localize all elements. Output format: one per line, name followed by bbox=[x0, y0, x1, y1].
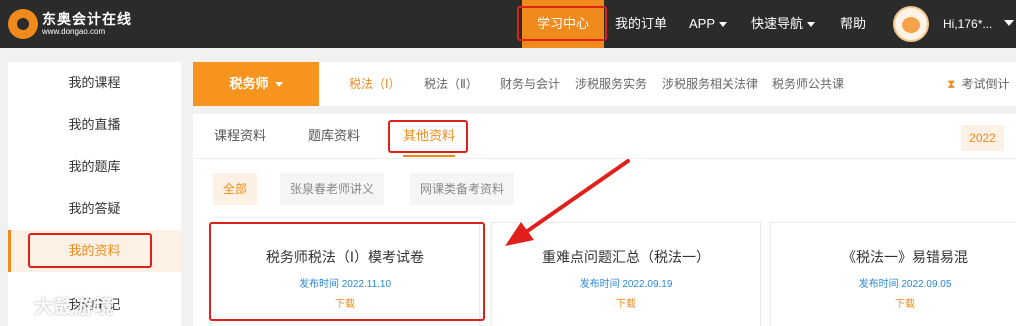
material-title: 税务师税法（Ⅰ）模考试卷 bbox=[265, 249, 425, 265]
filter-online-course-prep[interactable]: 网课类备考资料 bbox=[410, 173, 515, 205]
materials-panel: 课程资料 题库资料 其他资料 2022 全部 张泉春老师讲义 网课类备考资料 税… bbox=[193, 114, 1016, 326]
sidebar-item-my-courses[interactable]: 我的课程 bbox=[8, 62, 181, 104]
material-card[interactable]: 税务师税法（Ⅰ）模考试卷 发布时间 2022.11.10 下载 bbox=[210, 222, 480, 326]
sidebar-item-my-qa[interactable]: 我的答疑 bbox=[8, 188, 181, 230]
exam-countdown: ⧗ 考试倒计 bbox=[947, 62, 1009, 106]
watermark-logo-icon bbox=[8, 300, 28, 315]
hourglass-icon: ⧗ bbox=[947, 77, 956, 91]
subject-tax-public-course[interactable]: 税务师公共课 bbox=[772, 62, 844, 106]
dongao-logo-icon[interactable] bbox=[8, 9, 38, 39]
chevron-down-icon bbox=[719, 22, 728, 28]
nav-help-label: 帮助 bbox=[840, 16, 867, 31]
download-link[interactable]: 下载 bbox=[211, 295, 479, 310]
nav-quick-navigation[interactable]: 快速导航 bbox=[751, 0, 816, 48]
brand-url: www.dongao.com bbox=[42, 27, 106, 36]
tab-other-materials[interactable]: 其他资料 bbox=[403, 114, 456, 158]
subject-tax-service-law[interactable]: 涉税服务相关法律 bbox=[662, 62, 758, 106]
material-title: 《税法一》易错易混 bbox=[842, 249, 968, 265]
tab-course-materials[interactable]: 课程资料 bbox=[214, 114, 266, 158]
course-selector-label: 税务师 bbox=[229, 76, 269, 91]
filter-all[interactable]: 全部 bbox=[213, 173, 258, 205]
nav-my-orders-label: 我的订单 bbox=[615, 16, 668, 31]
brand-name[interactable]: 东奥会计在线 bbox=[42, 9, 132, 29]
top-navbar: 东奥会计在线 www.dongao.com 学习中心 我的订单 APP 快速导航… bbox=[0, 0, 1016, 48]
chevron-down-icon bbox=[274, 82, 283, 88]
nav-my-orders[interactable]: 我的订单 bbox=[615, 0, 667, 48]
sidebar-item-my-live[interactable]: 我的直播 bbox=[8, 104, 181, 146]
material-publish-date: 发布时间 2022.11.10 bbox=[298, 279, 392, 290]
material-title: 重难点问题汇总（税法一） bbox=[542, 249, 710, 265]
watermark: 大鼓游境 bbox=[8, 292, 114, 319]
tab-divider bbox=[193, 158, 1016, 159]
subject-tax-law-1[interactable]: 税法（Ⅰ） bbox=[349, 62, 401, 106]
course-subject-bar: 税务师 税法（Ⅰ） 税法（Ⅱ） 财务与会计 涉税服务实务 涉税服务相关法律 税务… bbox=[193, 62, 1016, 106]
sidebar: 我的课程 我的直播 我的题库 我的答疑 我的资料 我的笔记 bbox=[8, 62, 181, 326]
sidebar-item-my-materials[interactable]: 我的资料 bbox=[8, 230, 181, 272]
avatar-face-icon bbox=[902, 17, 920, 33]
nav-learning-center[interactable]: 学习中心 bbox=[522, 0, 604, 48]
download-link[interactable]: 下载 bbox=[492, 295, 760, 310]
watermark-text: 大鼓游境 bbox=[34, 297, 115, 318]
nav-quick-navigation-label: 快速导航 bbox=[751, 16, 804, 31]
chevron-down-icon bbox=[807, 22, 816, 28]
user-greeting[interactable]: Hi,176*... bbox=[943, 0, 992, 48]
nav-app-label: APP bbox=[689, 16, 716, 31]
material-publish-date: 发布时间 2022.09.05 bbox=[858, 279, 952, 290]
material-card[interactable]: 重难点问题汇总（税法一） 发布时间 2022.09.19 下载 bbox=[491, 222, 761, 326]
download-link[interactable]: 下载 bbox=[771, 295, 1016, 310]
filter-teacher-handouts[interactable]: 张泉春老师讲义 bbox=[280, 173, 385, 205]
subject-finance-accounting[interactable]: 财务与会计 bbox=[500, 62, 560, 106]
sidebar-item-my-question-bank[interactable]: 我的题库 bbox=[8, 146, 181, 188]
nav-learning-center-label: 学习中心 bbox=[536, 16, 589, 31]
nav-app[interactable]: APP bbox=[689, 0, 728, 48]
course-selector[interactable]: 税务师 bbox=[193, 62, 319, 106]
user-menu-chevron-icon[interactable] bbox=[1004, 20, 1014, 26]
material-card[interactable]: 《税法一》易错易混 发布时间 2022.09.05 下载 bbox=[770, 222, 1016, 326]
subject-tax-service-practice[interactable]: 涉税服务实务 bbox=[575, 62, 647, 106]
user-avatar[interactable] bbox=[893, 6, 929, 42]
nav-help[interactable]: 帮助 bbox=[840, 0, 866, 48]
exam-countdown-label: 考试倒计 bbox=[961, 77, 1010, 91]
subject-tax-law-2[interactable]: 税法（Ⅱ） bbox=[424, 62, 478, 106]
year-selector[interactable]: 2022 bbox=[961, 125, 1004, 151]
material-publish-date: 发布时间 2022.09.19 bbox=[579, 279, 673, 290]
tab-question-bank-materials[interactable]: 题库资料 bbox=[308, 114, 360, 158]
